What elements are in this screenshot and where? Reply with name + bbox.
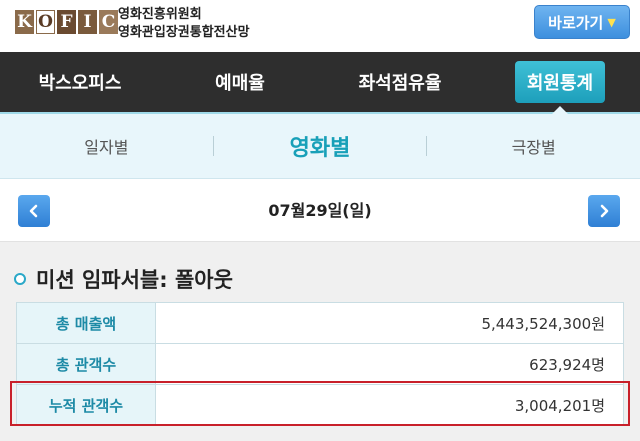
logo-letter: F: [57, 10, 76, 34]
movie-title-row: 미션 임파서블: 폴아웃: [14, 264, 233, 294]
table-row: 총 매출액 5,443,524,300원: [16, 302, 624, 344]
app-header: K O F I C 영화진흥위원회 영화관입장권통합전산망 바로가기 ▼: [0, 0, 640, 52]
prev-date-button[interactable]: [18, 195, 50, 227]
highlight-box: [10, 381, 630, 426]
main-nav: 박스오피스 예매율 좌석점유율 회원통계: [0, 52, 640, 114]
logo-letter: K: [15, 10, 34, 34]
next-date-button[interactable]: [588, 195, 620, 227]
org-name-line1: 영화진흥위원회: [118, 7, 202, 22]
chevron-left-icon: [29, 204, 38, 218]
logo-letter: C: [99, 10, 118, 34]
active-tab-pointer: [552, 106, 568, 114]
subtab-by-theater[interactable]: 극장별: [427, 134, 640, 158]
tab-reservation-rate[interactable]: 예매율: [160, 52, 320, 112]
tab-label: 예매율: [215, 73, 265, 94]
shortcut-button[interactable]: 바로가기 ▼: [534, 5, 630, 39]
movie-stats-section: 미션 임파서블: 폴아웃 총 매출액 5,443,524,300원 총 관객수 …: [0, 242, 640, 441]
kofic-logo[interactable]: K O F I C: [15, 10, 120, 34]
shortcut-label: 바로가기: [548, 13, 604, 32]
tab-member-stats[interactable]: 회원통계: [480, 52, 640, 114]
logo-letter: O: [36, 10, 55, 34]
org-name-line2: 영화관입장권통합전산망: [118, 25, 250, 40]
stat-value: 623,924명: [155, 343, 624, 385]
date-bar: 07월29일(일): [0, 179, 640, 242]
chevron-down-icon: ▼: [607, 15, 616, 29]
tab-box-office[interactable]: 박스오피스: [0, 52, 160, 112]
stat-label: 총 관객수: [16, 343, 156, 385]
subtab-by-movie[interactable]: 영화별: [214, 130, 427, 162]
stat-label: 총 매출액: [16, 302, 156, 344]
logo-letter: I: [78, 10, 97, 34]
tab-label: 박스오피스: [38, 73, 122, 94]
subtab-daily[interactable]: 일자별: [0, 134, 213, 158]
tab-label: 좌석점유율: [358, 73, 442, 94]
tab-seat-occupancy[interactable]: 좌석점유율: [320, 52, 480, 112]
sub-nav: 일자별 영화별 극장별: [0, 114, 640, 179]
org-name: 영화진흥위원회 영화관입장권통합전산망: [118, 6, 250, 42]
chevron-right-icon: [600, 204, 609, 218]
stat-value: 5,443,524,300원: [155, 302, 624, 344]
table-row: 총 관객수 623,924명: [16, 343, 624, 385]
tab-label: 회원통계: [514, 61, 606, 103]
current-date: 07월29일(일): [268, 201, 372, 220]
bullet-icon: [14, 273, 26, 285]
movie-title: 미션 임파서블: 폴아웃: [36, 268, 233, 292]
